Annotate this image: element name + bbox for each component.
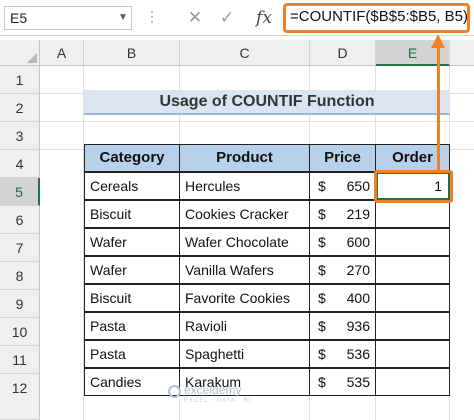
table-cell-product[interactable]: Hercules bbox=[179, 172, 310, 200]
table-cell-category[interactable]: Wafer bbox=[84, 256, 180, 284]
column-header-b[interactable]: B bbox=[84, 40, 180, 66]
table-cell-product[interactable]: Cookies Cracker bbox=[179, 200, 310, 228]
row-header-1[interactable]: 1 bbox=[0, 66, 40, 94]
grid-line bbox=[40, 121, 474, 122]
table-cell-product[interactable]: Spaghetti bbox=[179, 340, 310, 368]
table-cell-order[interactable] bbox=[375, 340, 450, 368]
watermark-logo: exceldemy bbox=[184, 383, 242, 397]
price-value: 400 bbox=[346, 290, 370, 306]
row-header-8[interactable]: 8 bbox=[0, 262, 40, 290]
price-value: 270 bbox=[346, 262, 370, 278]
insert-function-icon[interactable]: fx bbox=[252, 6, 276, 30]
column-header-a[interactable]: A bbox=[40, 40, 84, 66]
watermark-tagline: EXCEL · DATA · BI bbox=[184, 398, 252, 404]
table-header-product[interactable]: Product bbox=[179, 144, 310, 172]
enter-icon[interactable]: ✓ bbox=[214, 6, 240, 30]
column-header-d[interactable]: D bbox=[310, 40, 376, 66]
table-cell-category[interactable]: Pasta bbox=[84, 312, 180, 340]
table-cell-product[interactable]: Ravioli bbox=[179, 312, 310, 340]
price-value: 650 bbox=[346, 178, 370, 194]
table-cell-category[interactable]: Biscuit bbox=[84, 200, 180, 228]
table-cell-category[interactable]: Wafer bbox=[84, 228, 180, 256]
table-cell-product[interactable]: Wafer Chocolate bbox=[179, 228, 310, 256]
result-cell-highlight bbox=[374, 170, 453, 203]
table-cell-category[interactable]: Biscuit bbox=[84, 284, 180, 312]
row-header-11[interactable]: 11 bbox=[0, 346, 40, 374]
row-header-9[interactable]: 9 bbox=[0, 290, 40, 318]
table-cell-product[interactable]: Vanilla Wafers bbox=[179, 256, 310, 284]
price-value: 600 bbox=[346, 234, 370, 250]
sheet-title[interactable]: Usage of COUNTIF Function bbox=[84, 90, 450, 115]
name-box-dropdown-icon[interactable]: ▼ bbox=[118, 12, 128, 23]
formula-input[interactable]: =COUNTIF($B$5:$B5, B5) bbox=[290, 8, 468, 25]
arrow-line bbox=[437, 46, 440, 170]
price-value: 936 bbox=[346, 318, 370, 334]
row-header-2[interactable]: 2 bbox=[0, 94, 40, 122]
table-header-category[interactable]: Category bbox=[84, 144, 180, 172]
arrow-up-icon bbox=[431, 34, 445, 48]
row-header-7[interactable]: 7 bbox=[0, 234, 40, 262]
column-header-c[interactable]: C bbox=[180, 40, 310, 66]
table-cell-order[interactable] bbox=[375, 284, 450, 312]
table-cell-order[interactable] bbox=[375, 312, 450, 340]
row-header-6[interactable]: 6 bbox=[0, 206, 40, 234]
price-value: 219 bbox=[346, 206, 370, 222]
select-all-icon bbox=[27, 53, 37, 63]
name-box-value: E5 bbox=[10, 10, 28, 26]
column-header-f[interactable] bbox=[450, 40, 474, 66]
row-header-12[interactable]: 12 bbox=[0, 374, 40, 420]
table-cell-category[interactable]: Candies bbox=[84, 368, 180, 396]
table-cell-product[interactable]: Favorite Cookies bbox=[179, 284, 310, 312]
formula-bar-grip-icon[interactable]: ⋮ bbox=[145, 8, 159, 25]
table-header-price[interactable]: Price bbox=[309, 144, 376, 172]
table-cell-category[interactable]: Pasta bbox=[84, 340, 180, 368]
price-value: 536 bbox=[346, 346, 370, 362]
table-cell-category[interactable]: Cereals bbox=[84, 172, 180, 200]
table-cell-order[interactable] bbox=[375, 368, 450, 396]
table-cell-order[interactable] bbox=[375, 200, 450, 228]
table-cell-order[interactable] bbox=[375, 228, 450, 256]
row-header-10[interactable]: 10 bbox=[0, 318, 40, 346]
row-header-4[interactable]: 4 bbox=[0, 150, 40, 178]
row-header-5[interactable]: 5 bbox=[0, 178, 40, 206]
row-header-3[interactable]: 3 bbox=[0, 122, 40, 150]
exceldemy-logo-icon bbox=[168, 385, 181, 398]
price-value: 535 bbox=[346, 374, 370, 390]
table-cell-order[interactable] bbox=[375, 256, 450, 284]
cancel-icon[interactable]: ✕ bbox=[182, 6, 208, 30]
